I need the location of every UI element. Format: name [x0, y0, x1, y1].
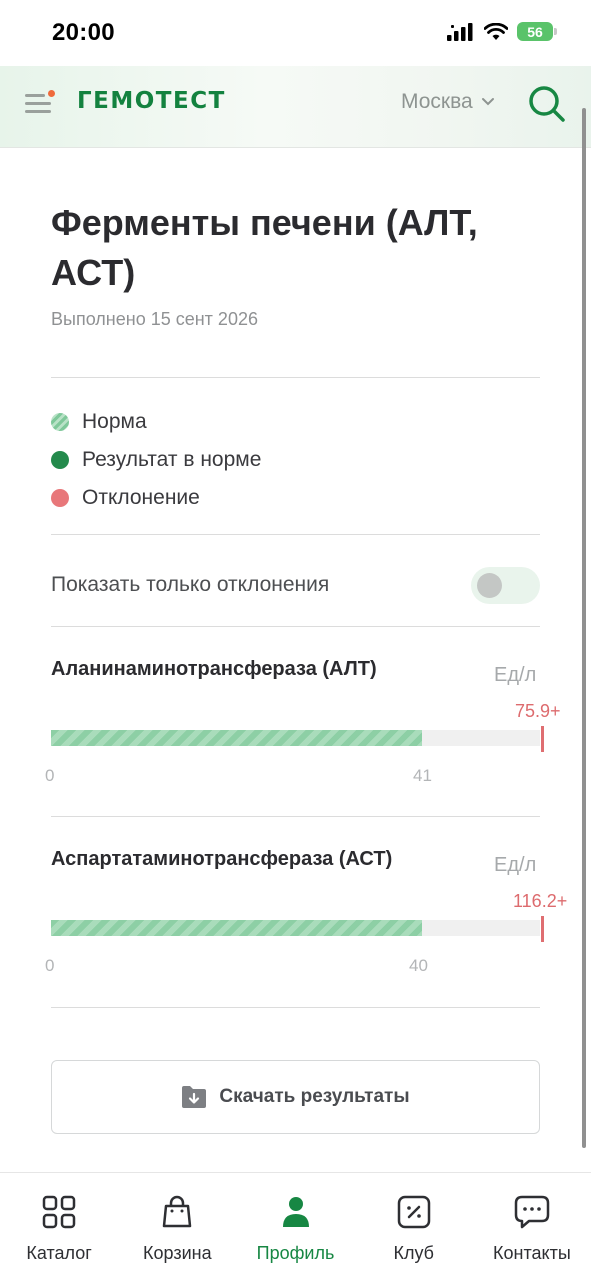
notification-dot — [48, 90, 55, 97]
divider — [51, 1007, 540, 1008]
page-title: Ферменты печени (АЛТ, АСТ) — [51, 202, 478, 293]
in-norm-dot — [51, 451, 69, 469]
nav-item-profile[interactable]: Профиль — [236, 1173, 354, 1280]
shopping-bag-icon — [163, 1195, 192, 1228]
status-time: 20:00 — [52, 19, 115, 46]
app-header: ГЕМОТЕСТ Москва — [0, 66, 591, 148]
status-bar: 20:00 56 — [0, 0, 591, 66]
legend-item-in-norm: Результат в норме — [51, 441, 261, 479]
test-value: 75.9+ — [515, 701, 561, 721]
discount-icon — [397, 1195, 430, 1229]
nav-item-contacts[interactable]: Контакты — [473, 1173, 591, 1280]
completed-date: Выполнено 15 сент 2026 — [51, 309, 258, 329]
deviations-toggle[interactable] — [471, 566, 540, 604]
value-marker — [541, 916, 544, 942]
scrollbar[interactable] — [582, 108, 586, 1148]
deviations-filter-label: Показать только отклонения — [51, 573, 330, 596]
nav-label: Корзина — [143, 1243, 212, 1263]
menu-icon[interactable] — [25, 90, 55, 116]
city-select[interactable]: Москва — [401, 90, 495, 114]
battery-icon: 56 — [517, 22, 557, 41]
norm-min-tick: 0 — [45, 956, 55, 975]
legend: Норма Результат в норме Отклонение — [51, 403, 261, 517]
search-icon[interactable] — [527, 84, 567, 124]
nav-label: Клуб — [393, 1243, 434, 1263]
profile-icon — [282, 1197, 309, 1227]
download-label: Скачать результаты — [219, 1086, 410, 1107]
test-result-alt[interactable]: Аланинаминотрансфераза (АЛТ) Ед/л 75.9+ … — [45, 658, 581, 808]
download-results-button[interactable]: Скачать результаты — [51, 1060, 540, 1134]
test-unit: Ед/л — [494, 664, 537, 686]
bottom-nav: Каталог Корзина Профиль Клуб Контакты — [0, 1172, 591, 1280]
test-name: Аланинаминотрансфераза (АЛТ) — [51, 658, 377, 680]
test-result-ast[interactable]: Аспартатаминотрансфераза (АСТ) Ед/л 116.… — [45, 848, 581, 998]
signal-icon — [447, 22, 473, 41]
norm-max-tick: 40 — [409, 956, 428, 975]
nav-item-catalog[interactable]: Каталог — [0, 1173, 118, 1280]
chevron-down-icon — [481, 98, 494, 106]
nav-label: Каталог — [26, 1243, 92, 1263]
norm-range-fill — [51, 920, 422, 936]
toggle-knob — [477, 572, 502, 598]
deviation-dot — [51, 489, 69, 507]
norm-range-dot — [51, 413, 69, 431]
norm-max-tick: 41 — [413, 766, 432, 785]
divider — [51, 377, 540, 378]
city-label: Москва — [401, 90, 473, 113]
legend-label: Отклонение — [82, 486, 200, 509]
download-folder-icon — [182, 1086, 207, 1108]
catalog-grid-icon — [42, 1195, 76, 1229]
nav-item-club[interactable]: Клуб — [355, 1173, 473, 1280]
norm-min-tick: 0 — [45, 766, 55, 785]
range-bar — [51, 916, 544, 942]
nav-item-cart[interactable]: Корзина — [118, 1173, 236, 1280]
legend-label: Норма — [82, 410, 147, 433]
test-name: Аспартатаминотрансфераза (АСТ) — [51, 848, 393, 870]
range-bar — [51, 726, 544, 752]
value-marker — [541, 726, 544, 752]
legend-item-norm: Норма — [51, 403, 261, 441]
chat-icon — [514, 1195, 550, 1229]
nav-label: Профиль — [256, 1243, 335, 1263]
divider — [51, 626, 540, 627]
deviations-filter: Показать только отклонения — [51, 566, 540, 604]
legend-item-deviation: Отклонение — [51, 479, 261, 517]
divider — [51, 816, 540, 817]
test-unit: Ед/л — [494, 854, 537, 876]
norm-range-fill — [51, 730, 422, 746]
status-icons: 56 — [447, 22, 557, 41]
legend-label: Результат в норме — [82, 448, 262, 471]
test-value: 116.2+ — [513, 891, 568, 911]
nav-label: Контакты — [493, 1243, 571, 1263]
brand-logo[interactable]: ГЕМОТЕСТ — [77, 88, 226, 114]
divider — [51, 534, 540, 535]
wifi-icon — [484, 22, 508, 40]
